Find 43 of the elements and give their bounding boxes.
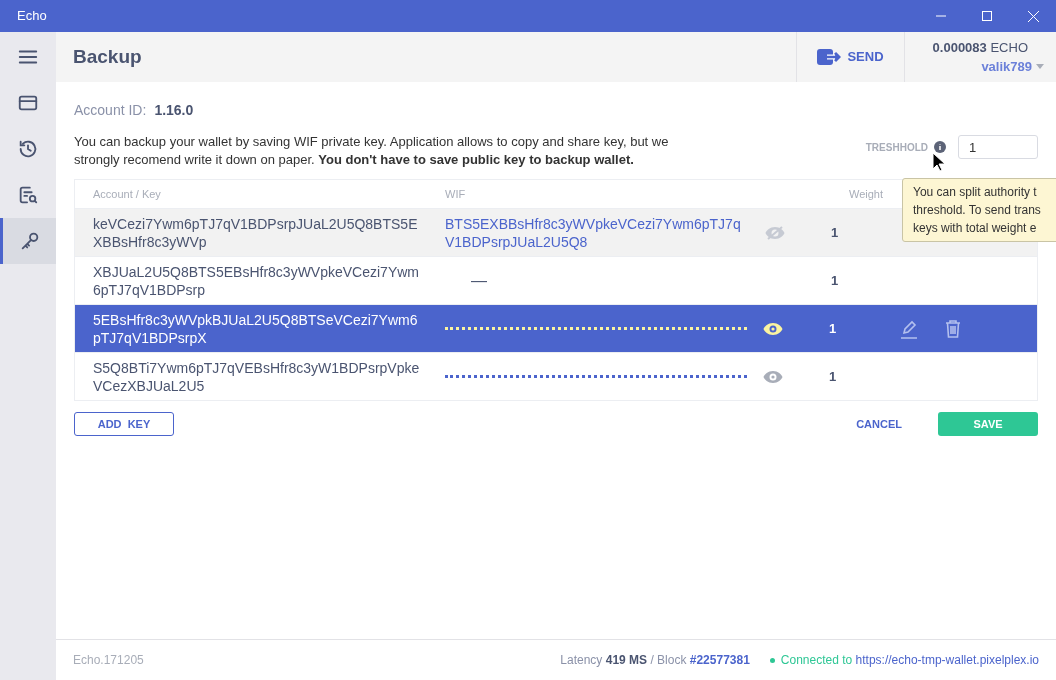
account-id-value: 1.16.0 [154, 101, 194, 120]
version-text: Echo.171205 [73, 652, 144, 669]
account-dropdown[interactable]: valik789 [981, 57, 1044, 77]
table-row[interactable]: 5EBsHfr8c3yWVpkBJUaL2U5Q8BTSeVCezi7Ywm6pTJ7qV1BDPsrpX 1 [75, 304, 1037, 352]
balance: 0.000083 ECHO [932, 38, 1028, 57]
trash-icon[interactable] [945, 318, 961, 339]
table-cell-text: XBJUaL2U5Q8BTS5EBsHfr8c3yWVpkeVCezi7Ywm6pTJ7qV1BDPsrp [92, 262, 420, 299]
eye-icon[interactable] [763, 321, 783, 336]
table-cell-text: 1 [829, 367, 838, 386]
threshold-label: TRESHHOLD [865, 140, 928, 155]
table-cell-text: 1 [831, 271, 840, 290]
wallet-arrow-icon [817, 48, 842, 66]
column-header: Weight [849, 186, 884, 202]
close-icon [1027, 10, 1039, 22]
window-title: Echo [17, 7, 47, 26]
empty-dash: — [470, 270, 488, 291]
history-icon [17, 138, 39, 160]
connection-text: Connected to https://echo-tmp-wallet.pixelplex.io [780, 652, 1039, 669]
tooltip-text: You can split authority t [913, 184, 1038, 201]
tooltip-text: keys with total weight e [913, 220, 1038, 237]
page-title: Backup [72, 44, 142, 69]
threshold-input[interactable]: 1 [958, 135, 1038, 159]
table-cell-text: keVCezi7Ywm6pTJ7qV1BDPsrpJUaL2U5Q8BTS5EXBBsHfr8c3yWVp [92, 214, 419, 251]
latency-text: Latency 419 MS / Block #22577381 [560, 652, 750, 669]
backup-description: You can backup your wallet by saving WIF private key. Application allows to copy and share key, but we strongly recomend write it down on paper. You don't have to save public key to backup wallet. [74, 133, 670, 169]
info-icon[interactable] [934, 141, 946, 153]
wif-key: BTS5EXBBsHfr8c3yWVpkeVCezi7Ywm6pTJ7qV1BDPsrpJUaL2U5Q8 [445, 214, 749, 251]
document-search-icon [17, 184, 39, 206]
cancel-button[interactable]: CANCEL [856, 415, 902, 433]
mouse-cursor-icon [932, 152, 946, 172]
table-cell-text: 5EBsHfr8c3yWVpkBJUaL2U5Q8BTSeVCezi7Ywm6pTJ7qV1BDPsrpX [92, 310, 419, 347]
column-header: Account / Key [92, 186, 162, 202]
send-button[interactable]: SEND [796, 32, 904, 82]
table-cell-text: 1 [831, 223, 840, 242]
column-header: WIF [445, 186, 467, 202]
table-cell-text: S5Q8BTi7Ywm6pTJ7qVEBsHfr8c3yW1BDPsrpVpkeVCezXBJUaL2U5 [92, 358, 421, 395]
add-key-button[interactable]: ADD KEY [74, 412, 174, 436]
edit-icon[interactable] [899, 318, 919, 339]
sidebar-item[interactable] [0, 218, 56, 264]
table-cell-text: 1 [829, 319, 838, 338]
account-id-label: Account ID: [74, 101, 147, 120]
caret-icon [1036, 64, 1044, 70]
maximize-icon [982, 11, 992, 21]
